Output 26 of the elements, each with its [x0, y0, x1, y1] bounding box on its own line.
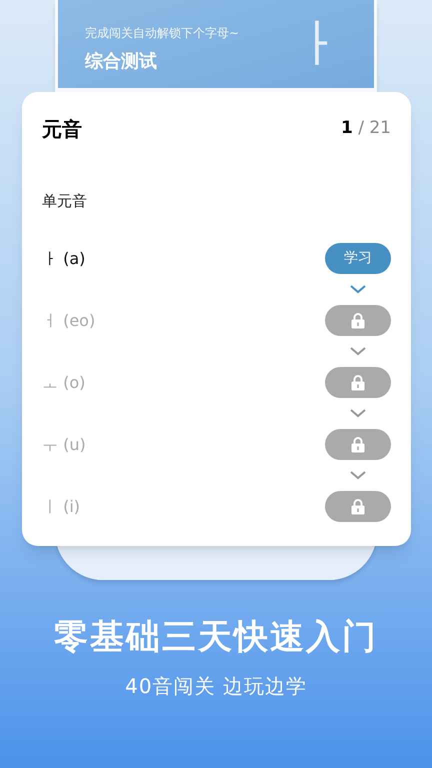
- lock-icon: [351, 312, 365, 329]
- letter-label: ㅓ (eo): [42, 310, 96, 332]
- lock-icon: [351, 436, 365, 453]
- learn-button[interactable]: 学习: [325, 243, 391, 274]
- locked-button[interactable]: [325, 305, 391, 336]
- lock-icon: [351, 374, 365, 391]
- subtitle-text: 40音闯关 边玩边学: [125, 673, 307, 700]
- letter-label: ㅜ (u): [42, 434, 86, 456]
- chevron-down-icon: [350, 347, 366, 356]
- slogan-text: 零基础三天快速入门: [54, 616, 378, 659]
- panel-title: 元音: [42, 116, 82, 143]
- letter-label: ㅏ (a): [42, 248, 86, 270]
- locked-button[interactable]: [325, 367, 391, 398]
- locked-button[interactable]: [325, 491, 391, 522]
- letter-label: ㅗ (o): [42, 372, 86, 394]
- letter-label: ㅣ (i): [42, 496, 80, 518]
- locked-button[interactable]: [325, 429, 391, 460]
- page-counter: 1 / 21: [340, 117, 391, 140]
- hint-text: 完成闯关自动解锁下个字母~: [85, 25, 240, 42]
- chevron-down-icon: [350, 285, 366, 294]
- section-label: 单元音: [42, 191, 88, 212]
- lock-icon: [351, 498, 365, 515]
- card-title: 综合测试: [85, 50, 158, 74]
- letter-glyph: ㅏ: [292, 18, 344, 70]
- chevron-down-icon: [350, 471, 366, 480]
- chevron-down-icon: [350, 409, 366, 418]
